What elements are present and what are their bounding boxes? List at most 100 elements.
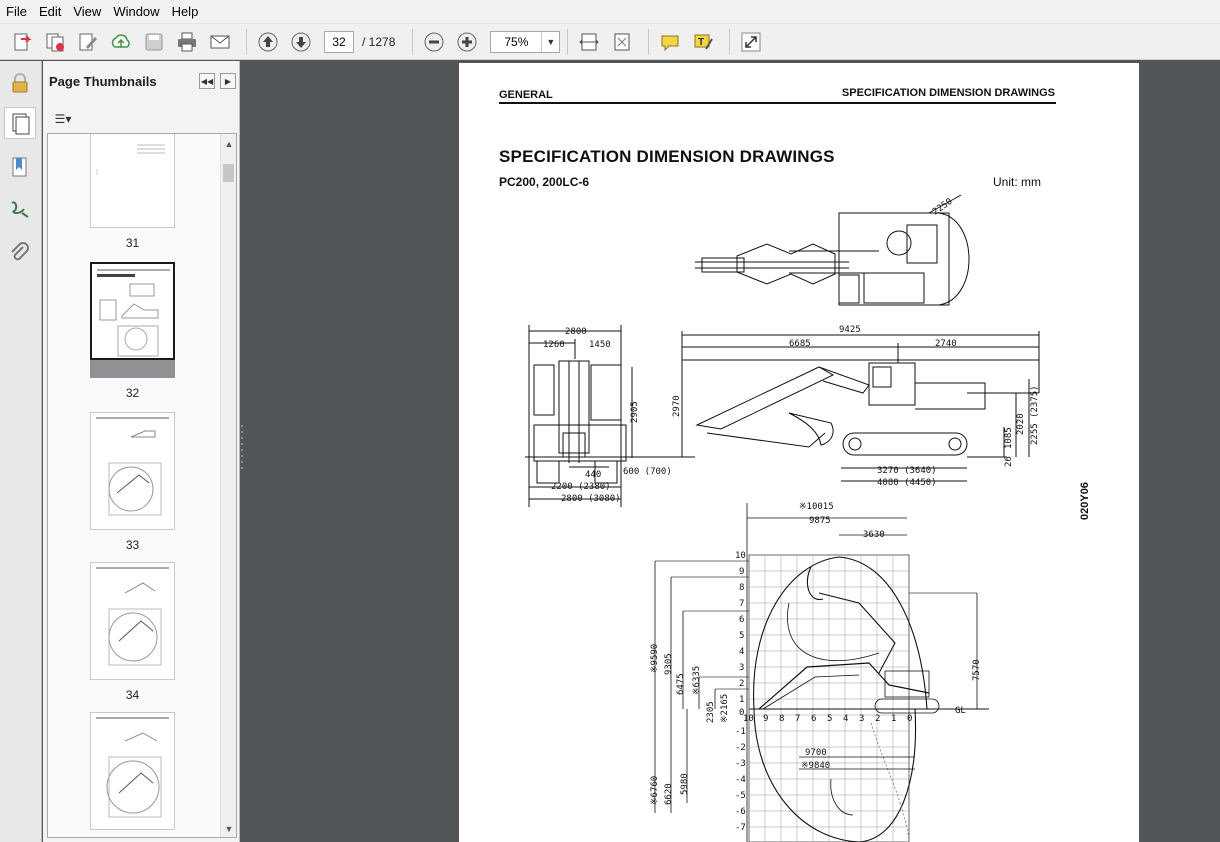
page-number-input[interactable] [324, 30, 354, 53]
toolbar: / 1278 75% ▼ T [0, 24, 1220, 60]
working-range-labels: ※10015 9875 3630 ※9590 9305 6475 ※6335 2… [650, 502, 982, 833]
thumbnail-page-34[interactable]: 34 [90, 562, 175, 702]
next-page-button[interactable] [287, 28, 315, 56]
thumbnail-image [90, 134, 175, 228]
thumbnail-label: 33 [125, 538, 140, 552]
bookmarks-button[interactable] [4, 151, 36, 183]
dim-2800-top: 2800 [565, 327, 587, 337]
create-icon [14, 33, 32, 50]
thumbnail-image [90, 412, 175, 530]
grid-y-label: 1 [739, 695, 744, 705]
thumbnail-image [90, 562, 175, 680]
thumbnail-list[interactable]: 31 32 33 34 ▲ ▼ [47, 133, 237, 838]
panel-title: Page Thumbnails [49, 73, 157, 89]
toolbar-separator [567, 28, 569, 55]
email-button[interactable] [206, 28, 234, 56]
save-button[interactable] [140, 28, 168, 56]
thumbnail-page-35[interactable] [90, 712, 175, 830]
scroll-thumb[interactable] [223, 164, 234, 182]
toolbar-separator [412, 28, 414, 55]
dim-6335: ※6335 [692, 666, 702, 695]
dim-1450: 1450 [589, 340, 611, 350]
dim-600: 600 (700) [623, 467, 672, 477]
zoom-out-button[interactable] [420, 28, 448, 56]
signature-icon [11, 201, 29, 218]
scroll-down-icon[interactable]: ▼ [221, 821, 236, 837]
document-view[interactable]: GENERAL SPECIFICATION DIMENSION DRAWINGS… [245, 61, 1220, 842]
attachments-button[interactable] [4, 237, 36, 269]
menu-view[interactable]: View [67, 0, 107, 24]
save-icon [145, 33, 163, 50]
dim-26: 26 [1004, 456, 1014, 467]
thumbnail-label: 31 [125, 236, 140, 250]
dim-2165: ※2165 [720, 694, 730, 723]
dim-1085: 1085 [1004, 427, 1014, 449]
menu-help[interactable]: Help [166, 0, 205, 24]
thumbnail-image [90, 712, 175, 830]
menu-edit[interactable]: Edit [33, 0, 67, 24]
thumbnail-label: 34 [125, 688, 140, 702]
page-preview [96, 417, 169, 516]
dim-2305: 2305 [706, 701, 716, 723]
create-pdf-button[interactable] [8, 28, 36, 56]
dim-6620: 6620 [664, 783, 674, 805]
thumbnail-page-31[interactable]: 31 [90, 134, 175, 250]
zoom-select[interactable]: 75% ▼ [490, 30, 561, 53]
dim-7570: 7570 [972, 659, 982, 681]
dim-2800-bottom: 2800 (3080) [561, 494, 621, 504]
dim-6475: 6475 [676, 673, 686, 695]
signatures-button[interactable] [4, 193, 36, 225]
grid-x-label: 8 [779, 714, 784, 724]
grid-y-label: 10 [735, 551, 746, 561]
page-preview [96, 567, 169, 666]
expand-panel-icon[interactable]: ▶ [220, 73, 236, 89]
document-page: GENERAL SPECIFICATION DIMENSION DRAWINGS… [459, 63, 1139, 842]
security-button[interactable] [4, 67, 36, 99]
print-button[interactable] [173, 28, 201, 56]
chevron-down-icon[interactable]: ▼ [541, 31, 559, 52]
zoom-in-button[interactable] [453, 28, 481, 56]
working-range-drawing [654, 503, 989, 842]
page-preview [96, 717, 169, 818]
toolbar-separator [648, 28, 650, 55]
grid-y-label: 3 [739, 663, 744, 673]
thumbnail-page-32[interactable]: 32 [90, 262, 175, 400]
dim-2905: 2905 [630, 401, 640, 423]
thumbnail-options-button[interactable]: ☰▾ [49, 109, 77, 129]
scroll-up-icon[interactable]: ▲ [221, 136, 236, 152]
dim-9875: 9875 [809, 516, 831, 526]
menu-file[interactable]: File [0, 0, 33, 24]
page-thumbnails-button[interactable] [4, 107, 36, 139]
grid-x-label: 5 [827, 714, 832, 724]
front-view-labels: 2800 1260 1450 2905 440 600 (700) 2200 (… [543, 327, 672, 504]
edit-pdf-button[interactable] [74, 28, 102, 56]
grid-x-label: 4 [843, 714, 848, 724]
expand-icon [741, 32, 761, 51]
dim-3630: 3630 [863, 530, 885, 540]
thumbnail-scrollbar[interactable]: ▲ ▼ [220, 134, 236, 837]
grid-x-label: 2 [875, 714, 880, 724]
highlight-button[interactable]: T [689, 28, 717, 56]
comment-button[interactable] [656, 28, 684, 56]
dim-2200: 2200 (2380) [551, 482, 611, 492]
expand-button[interactable] [737, 28, 765, 56]
fit-page-button[interactable] [608, 28, 636, 56]
dim-440: 440 [585, 470, 601, 480]
dim-2250: 2250 [931, 197, 955, 218]
bookmark-icon [12, 157, 27, 177]
thumbnail-image [90, 262, 175, 360]
menu-window[interactable]: Window [107, 0, 165, 24]
upload-icon [111, 33, 130, 48]
page-preview [96, 144, 165, 175]
thumbnail-footer-strip [90, 360, 175, 378]
combine-files-button[interactable] [41, 28, 69, 56]
previous-page-button[interactable] [254, 28, 282, 56]
lock-icon [12, 73, 28, 93]
grid-x-label: 0 [907, 714, 912, 724]
fit-width-button[interactable] [575, 28, 603, 56]
thumbnail-page-33[interactable]: 33 [90, 412, 175, 552]
grid-y-label: -2 [735, 743, 746, 753]
collapse-panel-icon[interactable]: ◀◀ [199, 73, 215, 89]
upload-button[interactable] [107, 28, 135, 56]
dim-3270: 3270 (3640) [877, 466, 937, 476]
